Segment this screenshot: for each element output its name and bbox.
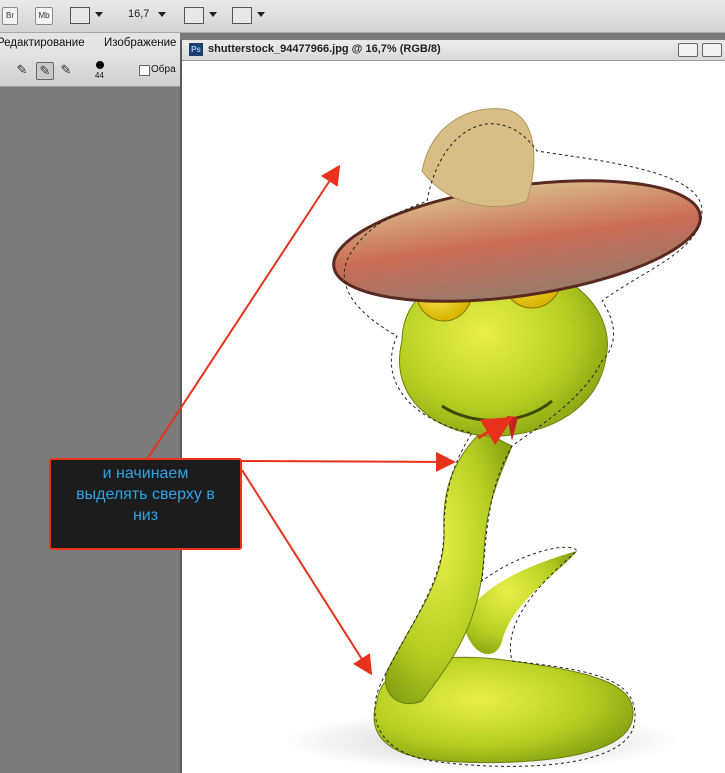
arrow-to-neck	[241, 451, 456, 472]
callout-line-1: и начинаем	[102, 465, 189, 482]
arrow-to-tongue	[477, 416, 514, 446]
callout-line-3: низ	[132, 507, 159, 524]
arrow-to-hat	[147, 164, 341, 459]
arrow-to-coil	[241, 469, 373, 676]
callout-line-2: выделять сверху в	[76, 486, 215, 503]
instruction-callout: и начинаем выделять сверху в низ	[49, 458, 242, 550]
annotation-arrows	[147, 164, 514, 676]
